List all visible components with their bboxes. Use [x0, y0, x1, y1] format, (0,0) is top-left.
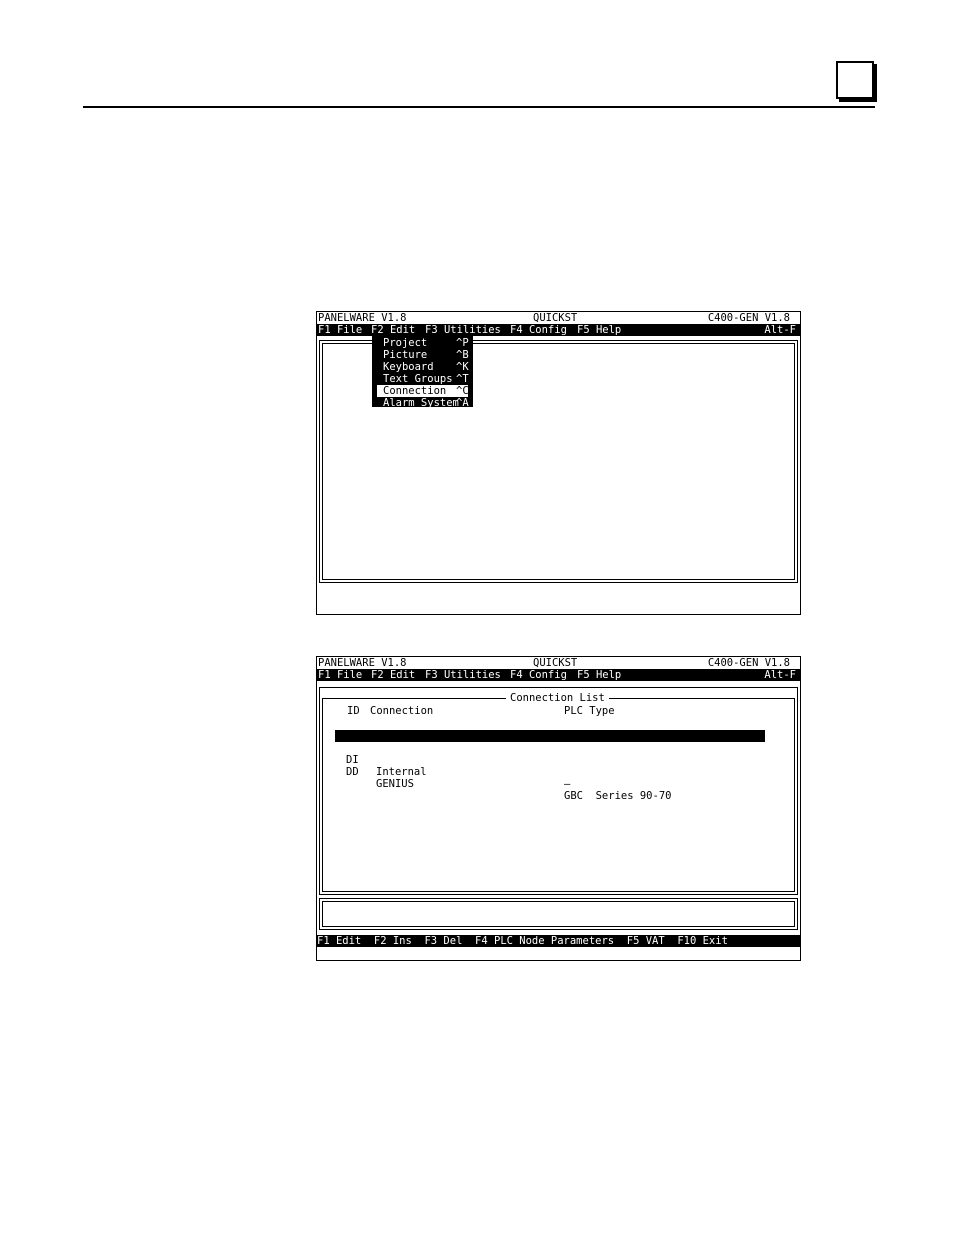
menu-bar: F1 File F2 Edit F3 Utilities F4 Config F… [317, 669, 800, 681]
menu-shortcut: Alt-F [764, 669, 796, 681]
cell-connection: Internal [376, 766, 427, 778]
header-rule [83, 106, 875, 108]
menu-config[interactable]: F4 Config [510, 324, 567, 336]
status-frame-inner [322, 901, 795, 927]
cell-connection: GENIUS [376, 778, 414, 790]
project-name: QUICKST [533, 312, 578, 324]
title-bar: PANELWARE V1.8 QUICKST C400-GEN V1.8 [317, 657, 800, 669]
dropdown-item-connection[interactable]: Connection ^C [372, 385, 473, 397]
menu-bar: F1 File F2 Edit F3 Utilities F4 Config F… [317, 324, 800, 336]
cell-plc-type: Genius Internal [564, 766, 659, 778]
menu-utilities[interactable]: F3 Utilities [425, 669, 501, 681]
dropdown-item-project[interactable]: Project ^P [372, 337, 473, 349]
app-title: PANELWARE V1.8 [318, 312, 407, 324]
list-frame-inner [322, 698, 795, 892]
list-title: Connection List [506, 692, 609, 704]
cell-plc-type: GBC Series 90-70 [564, 790, 672, 802]
menu-config[interactable]: F4 Config [510, 669, 567, 681]
dropdown-item-picture[interactable]: Picture ^B [372, 349, 473, 361]
menu-edit[interactable]: F2 Edit [371, 324, 415, 336]
table-row[interactable]: DD GENIUS GBC Series 90-70 [335, 754, 765, 802]
project-name: QUICKST [533, 657, 578, 669]
dropdown-item-keyboard[interactable]: Keyboard ^K [372, 361, 473, 373]
item-label: Project [383, 337, 428, 349]
app-title: PANELWARE V1.8 [318, 657, 407, 669]
cell-id: DD [346, 766, 359, 778]
menu-help[interactable]: F5 Help [577, 669, 621, 681]
item-key: ^P [456, 337, 469, 349]
device-name: C400-GEN V1.8 [707, 657, 790, 669]
screen-edit-menu: PANELWARE V1.8 QUICKST C400-GEN V1.8 F1 … [316, 311, 801, 615]
item-key: ^C [456, 385, 469, 397]
page-corner-box [836, 61, 874, 99]
menu-utilities[interactable]: F3 Utilities [425, 324, 501, 336]
dropdown-item-alarm-system[interactable]: Alarm System ^A [372, 397, 473, 409]
column-header-connection: Connection [370, 705, 434, 717]
item-key: ^A [456, 397, 469, 409]
item-key: ^T [456, 373, 469, 385]
menu-file[interactable]: F1 File [318, 669, 362, 681]
item-label: Picture [383, 349, 428, 361]
column-header-plc-type: PLC Type [564, 705, 615, 717]
item-label: Connection [383, 385, 447, 397]
screen-connection-list: PANELWARE V1.8 QUICKST C400-GEN V1.8 F1 … [316, 656, 801, 961]
item-label: Alarm System [383, 397, 459, 409]
function-key-bar: F1 Edit F2 Ins F3 Del F4 PLC Node Parame… [317, 935, 800, 947]
item-label: Text Groups [383, 373, 453, 385]
item-key: ^B [456, 349, 469, 361]
item-label: Keyboard [383, 361, 434, 373]
device-name: C400-GEN V1.8 [707, 312, 790, 324]
menu-help[interactable]: F5 Help [577, 324, 621, 336]
menu-shortcut: Alt-F [764, 324, 796, 336]
cell-plc-type: — [564, 778, 571, 790]
column-header-id: ID [347, 705, 360, 717]
dropdown-item-text-groups[interactable]: Text Groups ^T [372, 373, 473, 385]
table-row[interactable]: DI Internal — [335, 742, 765, 790]
table-row[interactable]: GI GENIUS Genius Internal [335, 730, 765, 778]
menu-file[interactable]: F1 File [318, 324, 362, 336]
title-bar: PANELWARE V1.8 QUICKST C400-GEN V1.8 [317, 312, 800, 324]
item-key: ^K [456, 361, 469, 373]
menu-edit[interactable]: F2 Edit [371, 669, 415, 681]
edit-dropdown: Project ^P Picture ^B Keyboard ^K Text G… [372, 336, 473, 409]
